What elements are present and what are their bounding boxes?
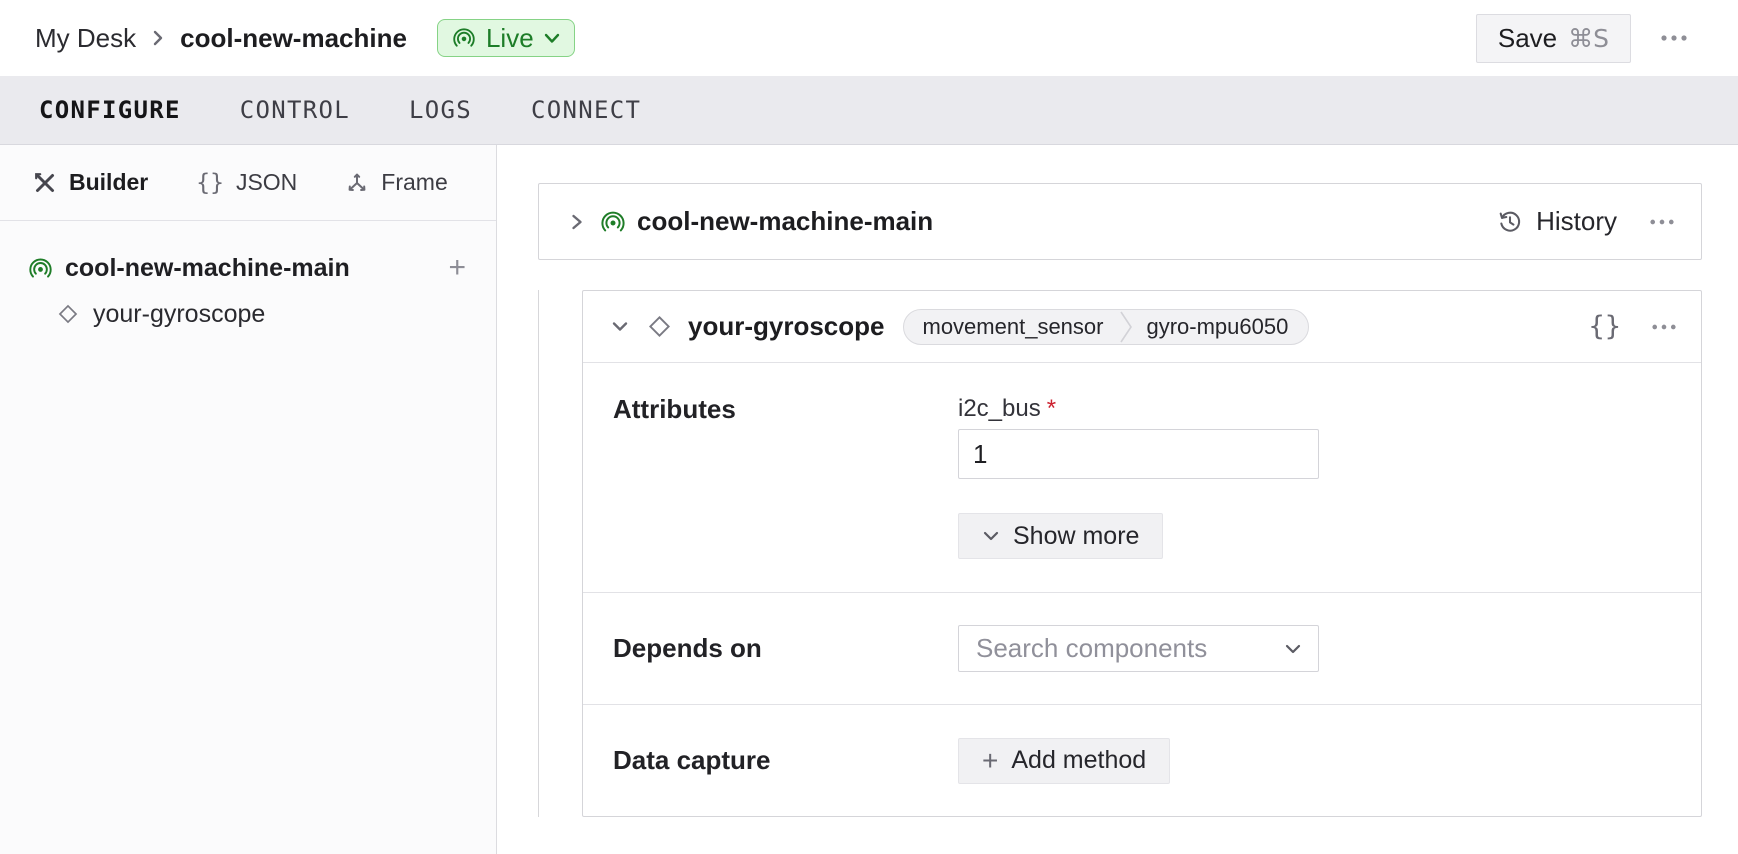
frame-axes-icon	[345, 171, 369, 195]
attributes-section-label: Attributes	[613, 394, 958, 592]
broadcast-icon	[28, 256, 53, 281]
attributes-section: Attributes i2c_bus* Show more	[583, 363, 1701, 592]
history-clock-icon	[1497, 209, 1523, 235]
component-type-label: movement_sensor	[904, 314, 1120, 340]
config-sidebar: Builder {} JSON Frame	[0, 145, 497, 854]
machine-card-title: cool-new-machine-main	[637, 206, 933, 237]
component-type-badge: movement_sensor gyro-mpu6050	[903, 309, 1310, 345]
mode-frame-label: Frame	[381, 169, 447, 196]
content-area: Builder {} JSON Frame	[0, 145, 1738, 854]
required-asterisk: *	[1047, 395, 1056, 422]
tree-item-gyroscope[interactable]: your-gyroscope	[0, 291, 496, 337]
main-tab-bar: CONFIGURE CONTROL LOGS CONNECT	[0, 76, 1738, 145]
mode-json[interactable]: {} JSON	[196, 169, 297, 196]
collapse-component-card-button[interactable]	[611, 320, 629, 333]
chevron-down-icon	[1284, 643, 1302, 655]
depends-on-select[interactable]: Search components	[958, 625, 1319, 672]
chevron-right-icon	[568, 211, 586, 233]
top-bar: My Desk cool-new-machine Live Save ⌘S	[0, 0, 1738, 76]
view-json-button[interactable]: {}	[1588, 311, 1621, 342]
save-button[interactable]: Save ⌘S	[1476, 14, 1631, 63]
broadcast-icon	[600, 209, 626, 235]
component-tree: cool-new-machine-main + your-gyroscope	[0, 221, 496, 337]
save-label: Save	[1498, 23, 1557, 54]
component-card-menu-button[interactable]	[1651, 323, 1677, 331]
i2c-bus-field-label: i2c_bus*	[958, 394, 1319, 424]
data-capture-section: Data capture + Add method	[583, 704, 1701, 816]
tree-item-label: your-gyroscope	[93, 300, 265, 329]
ellipsis-icon	[1660, 34, 1688, 42]
topbar-overflow-menu-button[interactable]	[1660, 34, 1688, 42]
mode-json-label: JSON	[236, 169, 297, 196]
component-card: your-gyroscope movement_sensor gyro-mpu6…	[582, 290, 1702, 817]
add-method-label: Add method	[1011, 746, 1146, 775]
machine-part-card: cool-new-machine-main History	[538, 183, 1702, 260]
breadcrumb-chevron-icon	[150, 28, 166, 48]
machine-status-badge[interactable]: Live	[437, 19, 575, 57]
component-card-header: your-gyroscope movement_sensor gyro-mpu6…	[583, 291, 1701, 363]
show-more-label: Show more	[1013, 522, 1139, 551]
component-card-title: your-gyroscope	[688, 311, 885, 342]
component-card-indent-wrapper: your-gyroscope movement_sensor gyro-mpu6…	[538, 290, 1702, 817]
tree-item-label: cool-new-machine-main	[65, 254, 350, 283]
badge-divider-chevron-icon	[1119, 309, 1133, 345]
data-capture-section-label: Data capture	[613, 745, 958, 776]
chevron-down-icon	[544, 33, 560, 44]
expand-machine-card-button[interactable]	[568, 211, 586, 233]
show-more-button[interactable]: Show more	[958, 513, 1163, 559]
i2c-bus-input[interactable]	[958, 429, 1319, 479]
app-window: My Desk cool-new-machine Live Save ⌘S	[0, 0, 1738, 854]
broadcast-icon	[452, 26, 476, 50]
mode-builder-label: Builder	[69, 169, 148, 196]
chevron-down-icon	[611, 320, 629, 333]
component-model-label: gyro-mpu6050	[1133, 314, 1308, 340]
tab-logs[interactable]: LOGS	[409, 96, 472, 124]
depends-on-placeholder: Search components	[976, 633, 1207, 664]
breadcrumb-root[interactable]: My Desk	[35, 23, 136, 54]
add-method-button[interactable]: + Add method	[958, 738, 1170, 784]
tab-configure[interactable]: CONFIGURE	[39, 96, 181, 124]
ellipsis-icon	[1651, 323, 1677, 331]
tools-icon	[33, 171, 57, 195]
save-shortcut: ⌘S	[1568, 24, 1609, 53]
mode-builder[interactable]: Builder	[33, 169, 148, 196]
attributes-controls: i2c_bus* Show more	[958, 394, 1319, 592]
ellipsis-icon	[1649, 218, 1675, 226]
diamond-icon	[647, 314, 672, 339]
history-label: History	[1536, 206, 1617, 237]
field-name: i2c_bus	[958, 395, 1041, 422]
tab-connect[interactable]: CONNECT	[531, 96, 641, 124]
config-main-panel: cool-new-machine-main History	[497, 145, 1738, 854]
braces-icon: {}	[196, 170, 224, 196]
depends-on-section-label: Depends on	[613, 633, 958, 664]
breadcrumb-machine-name: cool-new-machine	[180, 23, 407, 54]
chevron-down-icon	[982, 530, 1000, 542]
history-button[interactable]: History	[1497, 206, 1617, 237]
sidebar-mode-switcher: Builder {} JSON Frame	[0, 145, 496, 221]
status-label: Live	[486, 23, 534, 54]
tab-control[interactable]: CONTROL	[240, 96, 350, 124]
machine-card-menu-button[interactable]	[1649, 218, 1675, 226]
add-component-button[interactable]: +	[448, 253, 466, 283]
mode-frame[interactable]: Frame	[345, 169, 447, 196]
tree-item-machine-main[interactable]: cool-new-machine-main +	[0, 245, 496, 291]
depends-on-section: Depends on Search components	[583, 592, 1701, 704]
plus-icon: +	[982, 747, 998, 775]
diamond-icon	[57, 303, 79, 325]
